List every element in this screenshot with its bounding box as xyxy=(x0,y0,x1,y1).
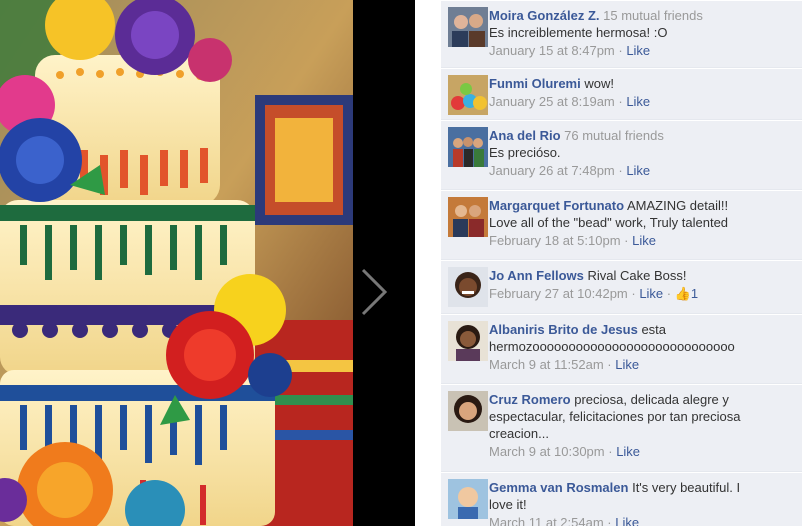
comment-item: Cruz Romero preciosa, delicada alegre y … xyxy=(441,384,802,472)
comment-text-inline: Rival Cake Boss! xyxy=(587,268,687,283)
comment-text: Es increiblemente hermosa! :O xyxy=(489,25,668,40)
comment-text: love it! xyxy=(489,497,527,512)
comment-date[interactable]: February 18 at 5:10pm xyxy=(489,233,621,248)
like-link[interactable]: Like xyxy=(616,444,640,459)
comment-item: Gemma van Rosmalen It's very beautiful. … xyxy=(441,472,802,526)
like-link[interactable]: Like xyxy=(615,357,639,372)
photo-viewer: Moira González Z. 15 mutual friends Es i… xyxy=(0,0,802,526)
comment-author[interactable]: Funmi Oluremi xyxy=(489,76,581,91)
comment-text: hermozoooooooooooooooooooooooooooo xyxy=(489,339,735,354)
comment-text-inline: esta xyxy=(641,322,667,337)
comment-item: Jo Ann Fellows Rival Cake Boss! February… xyxy=(441,260,802,314)
comment-author[interactable]: Ana del Rio xyxy=(489,128,561,143)
comment-item: Albaniris Brito de Jesus esta hermozoooo… xyxy=(441,314,802,384)
comment-text: Es precióso. xyxy=(489,145,561,160)
mutual-friends[interactable]: 76 mutual friends xyxy=(564,128,664,143)
comments-panel: Moira González Z. 15 mutual friends Es i… xyxy=(415,0,802,526)
comment-text-inline: It's very beautiful. I xyxy=(632,480,741,495)
comment-date[interactable]: March 9 at 10:30pm xyxy=(489,444,605,459)
like-count[interactable]: 👍1 xyxy=(675,286,698,301)
comment-date[interactable]: January 15 at 8:47pm xyxy=(489,43,615,58)
avatar[interactable] xyxy=(448,75,488,115)
comment-author[interactable]: Moira González Z. xyxy=(489,8,600,23)
avatar[interactable] xyxy=(448,127,488,167)
comment-text-inline: preciosa, delicada alegre y xyxy=(574,392,729,407)
comment-item: Margarquet Fortunato AMAZING detail!! Lo… xyxy=(441,190,802,260)
like-link[interactable]: Like xyxy=(615,515,639,526)
comment-date[interactable]: March 9 at 11:52am xyxy=(489,357,604,372)
comment-text: espectacular, felicitaciones por tan pre… xyxy=(489,409,741,441)
comment-author[interactable]: Cruz Romero xyxy=(489,392,571,407)
profile-photo-child-icon xyxy=(448,479,488,519)
comment-date[interactable]: January 26 at 7:48pm xyxy=(489,163,615,178)
profile-photo-woman-dark-hair-icon xyxy=(448,391,488,431)
like-link[interactable]: Like xyxy=(632,233,656,248)
profile-photo-couple-icon xyxy=(448,7,488,47)
comment-text-inline: AMAZING detail!! xyxy=(626,198,729,213)
comment-item: Ana del Rio 76 mutual friends Es preciós… xyxy=(441,120,802,190)
comment-author[interactable]: Gemma van Rosmalen xyxy=(489,480,628,495)
comment-text: wow! xyxy=(584,76,614,91)
like-link[interactable]: Like xyxy=(626,163,650,178)
comment-author[interactable]: Margarquet Fortunato xyxy=(489,198,624,213)
avatar[interactable] xyxy=(448,479,488,519)
avatar[interactable] xyxy=(448,391,488,431)
avatar[interactable] xyxy=(448,197,488,237)
profile-photo-group-icon xyxy=(448,127,488,167)
chevron-right-icon xyxy=(361,268,388,316)
cake-photo[interactable] xyxy=(0,0,353,526)
comment-date[interactable]: January 25 at 8:19am xyxy=(489,94,615,109)
comment-item: Funmi Oluremi wow! January 25 at 8:19am … xyxy=(441,68,802,120)
comments-list: Moira González Z. 15 mutual friends Es i… xyxy=(441,0,802,526)
avatar[interactable] xyxy=(448,7,488,47)
avatar[interactable] xyxy=(448,321,488,361)
next-photo-button[interactable] xyxy=(355,262,395,322)
comment-date[interactable]: March 11 at 2:54am xyxy=(489,515,604,526)
thumbs-up-icon: 👍 xyxy=(674,286,691,301)
comment-date[interactable]: February 27 at 10:42pm xyxy=(489,286,628,301)
mutual-friends[interactable]: 15 mutual friends xyxy=(603,8,703,23)
profile-photo-woman-icon xyxy=(448,321,488,361)
comment-text: Love all of the "bead" work, Truly talen… xyxy=(489,215,729,230)
profile-photo-woman-smiling-icon xyxy=(448,267,488,307)
comment-author[interactable]: Jo Ann Fellows xyxy=(489,268,584,283)
comment-item: Moira González Z. 15 mutual friends Es i… xyxy=(441,0,802,68)
profile-photo-two-people-icon xyxy=(448,197,488,237)
like-link[interactable]: Like xyxy=(639,286,663,301)
like-link[interactable]: Like xyxy=(626,43,650,58)
like-link[interactable]: Like xyxy=(626,94,650,109)
comment-author[interactable]: Albaniris Brito de Jesus xyxy=(489,322,638,337)
profile-photo-colorful-icon xyxy=(448,75,488,115)
avatar[interactable] xyxy=(448,267,488,307)
